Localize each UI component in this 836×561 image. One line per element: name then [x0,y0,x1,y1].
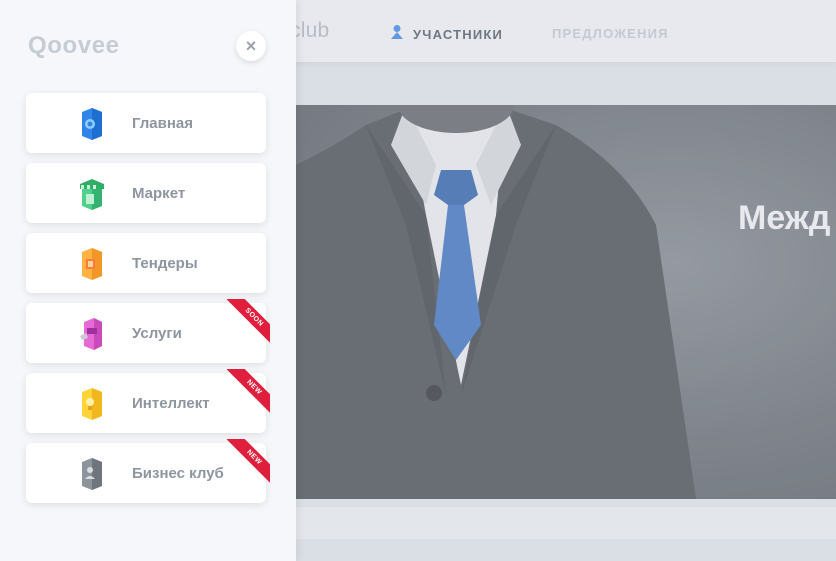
side-drawer: Qoovee × Главная Маркет Тендеры Услуги S… [0,0,296,561]
soon-badge: SOON [226,299,270,343]
menu-item-label: Интеллект [132,395,210,412]
business-club-icon [78,456,104,492]
menu-item-label: Бизнес клуб [132,465,224,482]
app-logo[interactable]: Qoovee [28,32,120,60]
close-icon: × [245,36,257,56]
menu-item-label: Услуги [132,325,182,342]
menu-item-label: Маркет [132,185,186,202]
close-button[interactable]: × [236,31,266,61]
menu-item-home[interactable]: Главная [26,93,266,153]
intellect-icon [78,386,104,422]
dim-overlay[interactable] [296,0,836,561]
menu-item-intellect[interactable]: Интеллект NEW [26,369,270,433]
home-icon [78,106,104,142]
new-badge: NEW [226,369,270,413]
menu-item-business-club[interactable]: Бизнес клуб NEW [26,439,270,503]
services-icon [78,316,104,352]
menu-item-tenders[interactable]: Тендеры [26,233,266,293]
tenders-icon [78,246,104,282]
menu-item-market[interactable]: Маркет [26,163,266,223]
market-icon [78,176,104,212]
menu-item-label: Главная [132,115,194,132]
menu-item-services[interactable]: Услуги SOON [26,299,270,363]
new-badge: NEW [226,439,270,483]
menu-item-label: Тендеры [132,255,198,272]
